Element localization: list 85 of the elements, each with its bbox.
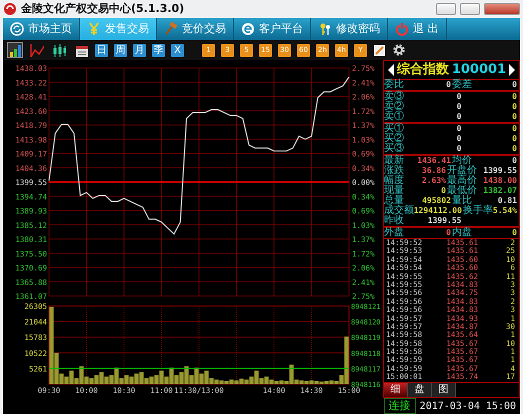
period-button[interactable]: 季 — [152, 44, 165, 56]
connection-status: 连接 — [384, 398, 416, 414]
quote-value: 0 — [512, 112, 517, 122]
gavel-icon — [164, 22, 178, 36]
next-arrow-icon[interactable] — [509, 64, 515, 76]
quote-value: 0 — [456, 102, 462, 112]
quote-value: 0 — [512, 134, 517, 144]
panel-tab[interactable]: 图 — [432, 383, 456, 397]
quote-value: 0 — [456, 124, 462, 134]
previous-arrow-icon[interactable] — [388, 64, 394, 76]
settings-icon[interactable] — [392, 43, 406, 57]
quote-label: 量比 — [451, 196, 472, 206]
quote-value: 0 — [456, 134, 462, 144]
quote-value: 1438.00 — [483, 176, 517, 186]
quote-value: 0 — [512, 102, 517, 112]
quote-value: 5.54% — [492, 206, 517, 216]
line-chart-icon — [30, 43, 44, 57]
quote-label: 最新 — [384, 156, 404, 166]
quote-label: 换手率 — [462, 206, 493, 216]
power-icon — [395, 22, 409, 36]
chart-type-button[interactable] — [7, 42, 23, 58]
period-button[interactable]: 周 — [114, 44, 127, 56]
quote-label: 最低价 — [446, 186, 477, 196]
quote-value: 2.63% — [422, 176, 446, 186]
quote-label: 总量 — [384, 196, 404, 206]
e-circle-icon — [241, 22, 255, 36]
quote-value: 0 — [512, 92, 517, 102]
window-title: 金陵文化产权交易中心(5.1.3.0) — [21, 0, 186, 17]
edit-icon[interactable] — [373, 44, 386, 56]
quote-value: 1399.55 — [483, 166, 517, 176]
quote-label: 最高价 — [446, 176, 477, 186]
quote-label: 开盘价 — [446, 166, 477, 176]
quote-value: 0 — [512, 80, 517, 90]
quote-label: 均价 — [452, 156, 472, 166]
quote-label: 买② — [384, 134, 404, 144]
quote-value: 1382.07 — [483, 186, 517, 196]
quote-value: 0 — [446, 80, 451, 90]
yen-icon — [87, 22, 101, 36]
app-logo-icon — [3, 2, 17, 16]
quote-value: 1436.41 — [417, 156, 451, 165]
quote-value: 0 — [456, 92, 462, 102]
refresh-icon — [10, 22, 24, 36]
chart-type-button[interactable] — [51, 42, 67, 58]
quote-label: 现量 — [384, 186, 404, 196]
quote-label: 买① — [384, 124, 404, 134]
calendar-icon — [74, 43, 88, 57]
quote-value: 0 — [456, 144, 462, 154]
quote-value: 36.86 — [422, 166, 446, 176]
status-datetime: 2017-03-04 15:00 — [418, 400, 517, 414]
quote-label: 成交额 — [384, 206, 414, 216]
period-button[interactable]: 日 — [95, 44, 108, 56]
quote-value: 1399.55 — [428, 216, 462, 226]
quote-value: 0 — [512, 144, 517, 154]
quote-label: 卖② — [384, 102, 404, 112]
quote-label: 内盘 — [451, 228, 472, 238]
quote-value: 0.81 — [498, 196, 517, 206]
quote-label: 外盘 — [384, 228, 404, 238]
quote-value: 0 — [512, 156, 517, 166]
period-button[interactable]: X — [171, 44, 184, 56]
period-button[interactable]: 月 — [133, 44, 146, 56]
bar-chart-icon — [8, 43, 22, 57]
quote-label: 卖③ — [384, 92, 404, 102]
maximize-button[interactable] — [460, 3, 480, 15]
quote-label: 委比 — [384, 80, 404, 90]
quote-label: 涨跌 — [384, 166, 404, 176]
quote-value: 0 — [446, 228, 451, 238]
quote-value: 0 — [456, 112, 462, 122]
keys-icon — [318, 22, 332, 36]
quote-label: 买③ — [384, 144, 404, 154]
index-name: 综合指数 — [396, 60, 449, 78]
quote-value: 0 — [512, 228, 517, 238]
candlestick-icon — [52, 43, 66, 57]
quote-label: 昨收 — [384, 216, 404, 226]
index-code: 100001 — [452, 61, 506, 78]
panel-tab[interactable]: 盘 — [408, 383, 432, 397]
quote-value: 0 — [441, 186, 446, 196]
minimize-button[interactable] — [436, 3, 456, 15]
quote-value: 0 — [512, 124, 517, 134]
quote-label: 委差 — [451, 80, 472, 90]
quote-value: 1294112.00 — [414, 206, 462, 216]
quote-label: 卖① — [384, 112, 404, 122]
menu-tab[interactable]: 发售交易 — [80, 18, 157, 40]
quote-value: 495802 — [422, 196, 451, 206]
quote-label: 幅度 — [384, 176, 404, 186]
panel-tab[interactable]: 细 — [384, 383, 408, 397]
